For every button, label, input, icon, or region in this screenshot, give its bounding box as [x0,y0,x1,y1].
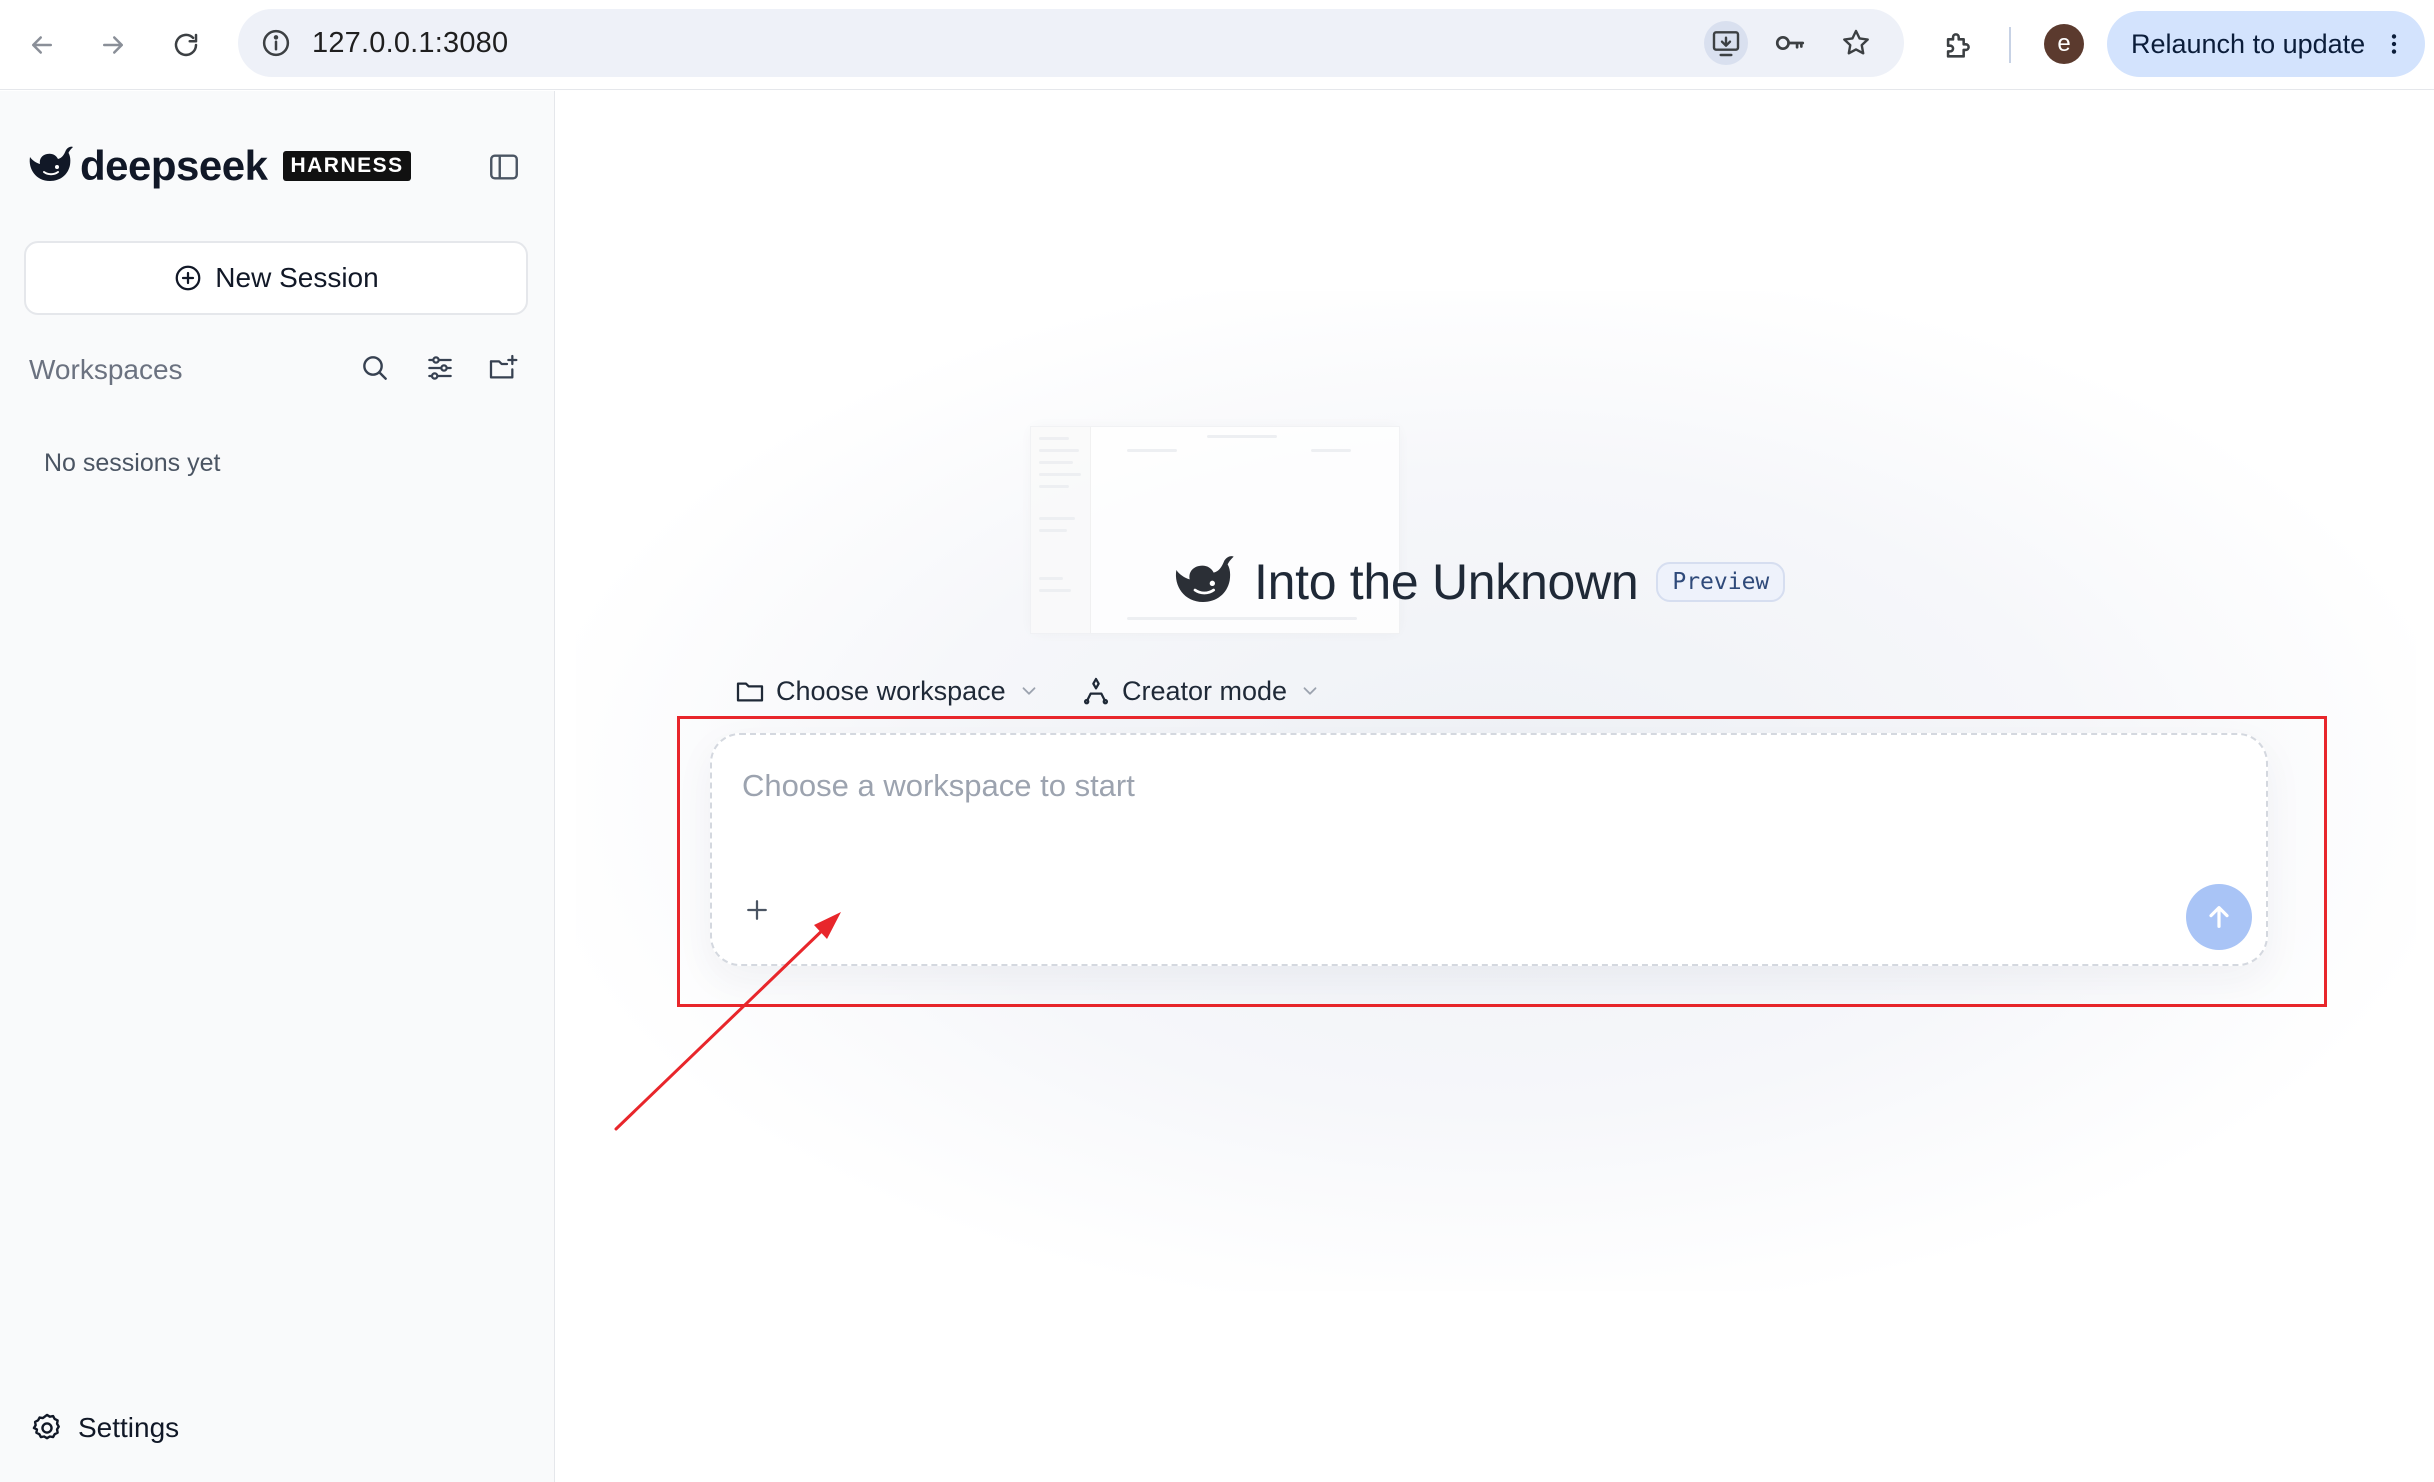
back-icon [32,36,52,54]
main-panel: Into the Unknown Preview Choose workspac… [556,91,2434,1482]
new-session-button[interactable]: New Session [24,241,528,315]
password-key-icon [1775,35,1805,51]
forward-icon [103,36,123,54]
new-session-label: New Session [215,262,379,293]
workspaces-heading: Workspaces [29,354,183,385]
profile-avatar[interactable]: e [2044,24,2084,64]
folder-plus-icon [489,354,518,379]
thumbnail-line [1039,485,1069,488]
plus-circle-icon [175,265,201,291]
site-info-icon [262,29,290,57]
settings-label: Settings [78,1412,180,1443]
browser-toolbar: 127.0.0.1:3080 e Relaunch to update [0,0,2434,90]
more-vert-icon [2381,31,2407,57]
extensions-button[interactable] [1934,21,1982,69]
settings-button[interactable]: Settings [30,1411,179,1445]
url-text[interactable]: 127.0.0.1:3080 [312,9,508,77]
install-app-icon [1712,31,1740,57]
folder-icon [736,682,764,702]
install-app-button[interactable] [1704,21,1748,65]
thumbnail-line [1039,577,1063,580]
brand-name: deepseek [80,142,268,189]
workspace-selector[interactable]: Choose workspace [734,671,1040,711]
arrow-up-icon [2209,906,2229,928]
hero-heading: Into the Unknown Preview [1168,547,1786,617]
add-workspace-button[interactable] [481,346,525,390]
bookmark-star-icon [1843,29,1869,55]
whale-logo-icon [1175,556,1234,602]
thumbnail-line [1039,517,1075,520]
sidebar: deepseek HARNESS New Session Workspaces … [0,91,555,1482]
thumbnail-line [1127,449,1177,452]
back-button[interactable] [18,21,66,69]
bookmark-button[interactable] [1834,21,1878,65]
relaunch-button[interactable]: Relaunch to update [2107,11,2425,77]
password-button[interactable] [1768,21,1812,65]
sliders-icon [428,356,452,380]
extensions-icon [1946,33,1970,58]
preview-badge: Preview [1656,562,1786,602]
chevron-down-icon [1303,687,1317,695]
send-button[interactable] [2186,884,2252,950]
brand-badge: HARNESS [283,151,411,181]
search-icon [363,356,387,380]
thumbnail-line [1039,473,1081,476]
reload-icon [174,33,198,57]
plus-icon [747,900,767,920]
thumbnail-line [1039,529,1067,532]
message-composer[interactable] [710,733,2268,966]
relaunch-label: Relaunch to update [2131,28,2366,59]
thumbnail-line [1207,435,1277,438]
address-bar[interactable]: 127.0.0.1:3080 [238,9,1904,77]
collapse-sidebar-button[interactable] [482,145,526,189]
thumbnail-line [1039,437,1069,440]
creator-mode-icon [1083,677,1109,705]
brand-logo: deepseek HARNESS [26,141,411,191]
thumbnail-line [1311,449,1351,452]
toolbar-divider [2009,27,2011,63]
mode-selector[interactable]: Creator mode [1080,671,1321,711]
filter-workspaces-button[interactable] [418,346,462,390]
site-info-button[interactable] [254,21,298,65]
gear-icon [32,1413,60,1440]
page-title: Into the Unknown [1254,554,1639,610]
thumbnail-line [1039,589,1071,592]
thumbnail-line [1039,449,1079,452]
workspace-selector-label: Choose workspace [776,675,1006,706]
message-input[interactable] [742,761,2122,811]
mode-selector-label: Creator mode [1122,675,1288,706]
empty-sessions-text: No sessions yet [44,449,221,477]
attach-button[interactable] [734,887,780,933]
whale-logo-icon [29,146,73,181]
chevron-down-icon [1022,687,1036,695]
reload-button[interactable] [162,21,210,69]
thumbnail-line [1127,617,1357,620]
search-workspaces-button[interactable] [353,346,397,390]
forward-button[interactable] [89,21,137,69]
sidebar-toggle-icon [490,154,518,180]
thumbnail-line [1039,461,1073,464]
